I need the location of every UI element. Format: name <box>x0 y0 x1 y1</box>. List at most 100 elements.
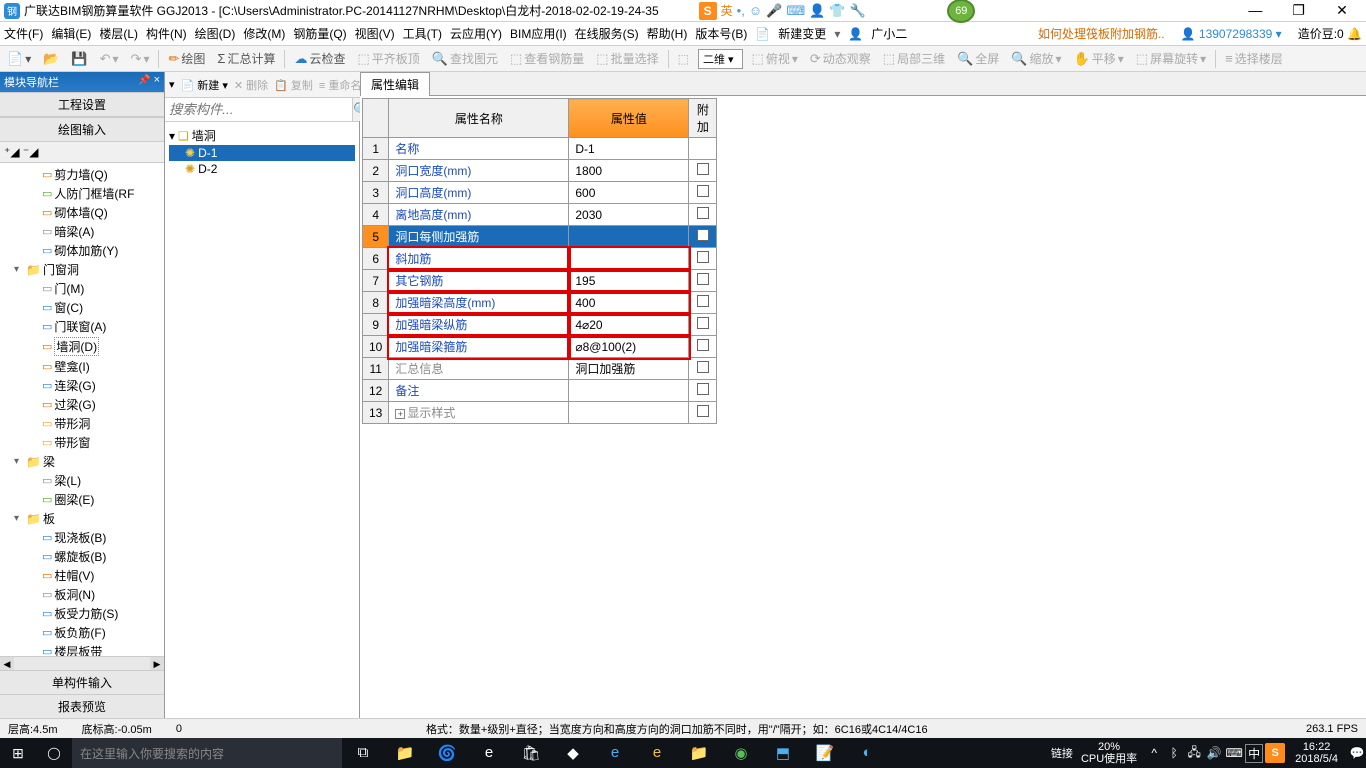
dimension-dropdown[interactable]: 二维 ▾ <box>698 49 743 69</box>
start-button[interactable]: ⊞ <box>0 745 36 762</box>
bell-icon[interactable]: 🔔 <box>1347 27 1362 41</box>
property-row[interactable]: 8加强暗梁高度(mm)400 <box>363 292 717 314</box>
sidebar-item[interactable]: ▭带形洞 <box>0 414 164 433</box>
sidebar-item[interactable]: ▭连梁(G) <box>0 376 164 395</box>
menu-modify[interactable]: 修改(M) <box>243 25 285 42</box>
tip-link[interactable]: 如何处理筏板附加钢筋.. <box>1038 25 1165 42</box>
ime-mic-icon[interactable]: 🎤 <box>766 3 782 19</box>
tb-app6-icon[interactable]: ◐ <box>846 744 888 762</box>
sidebar-item[interactable]: ▭板洞(N) <box>0 585 164 604</box>
sidebar-item[interactable]: ▭墙洞(D) <box>0 336 164 357</box>
sidebar-close-icon[interactable]: × <box>154 74 160 86</box>
ime-smile-icon[interactable]: ☺ <box>749 3 762 18</box>
cloud-check-button[interactable]: ☁云检查 <box>291 50 348 67</box>
menu-tool[interactable]: 工具(T) <box>403 25 442 42</box>
sum-calc-button[interactable]: Σ汇总计算 <box>214 50 278 67</box>
tb-explorer-icon[interactable]: 📁 <box>384 744 426 762</box>
sidebar-expand-bar[interactable]: ⁺◢ ⁻◢ <box>0 142 164 163</box>
tb-notifications-icon[interactable]: 💬 <box>1348 746 1366 760</box>
minimize-button[interactable]: — <box>1235 2 1275 18</box>
sidebar-scroll-h[interactable]: ◀▶ <box>0 656 164 670</box>
tb-net-icon[interactable]: 🖧 <box>1185 743 1203 764</box>
component-item[interactable]: ✺D-1 <box>169 145 355 161</box>
tb-app5-icon[interactable]: 📝 <box>804 744 846 762</box>
phone-number[interactable]: 13907298339 <box>1199 27 1272 41</box>
expand-icon[interactable]: ⁺◢ <box>4 145 20 159</box>
tb-ie-icon[interactable]: e <box>636 744 678 762</box>
tb-bt-icon[interactable]: ᛒ <box>1165 746 1183 760</box>
dropdown-icon[interactable]: ▾ <box>169 78 175 91</box>
sidebar-section-draw-input[interactable]: 绘图输入 <box>0 117 164 142</box>
sidebar-item[interactable]: ▭圈梁(E) <box>0 490 164 509</box>
sidebar-section-single[interactable]: 单构件输入 <box>0 670 164 694</box>
ime-wrench-icon[interactable]: 🔧 <box>849 3 865 19</box>
tb-clock[interactable]: 16:222018/5/4 <box>1287 741 1346 765</box>
tb-sogou-icon[interactable]: S <box>1265 743 1285 763</box>
sidebar-section-report[interactable]: 报表预览 <box>0 694 164 718</box>
draw-button[interactable]: ✏绘图 <box>165 50 208 67</box>
pin-icon[interactable]: 📌 <box>138 75 150 86</box>
new-doc-button[interactable]: 📄▾ <box>4 51 34 67</box>
sidebar-item[interactable]: ▭柱帽(V) <box>0 566 164 585</box>
menu-file[interactable]: 文件(F) <box>4 25 43 42</box>
tb-app4-icon[interactable]: ⬒ <box>762 744 804 762</box>
save-button[interactable]: 💾 <box>68 51 90 67</box>
sogou-icon[interactable]: S <box>699 2 717 20</box>
tb-edge-icon[interactable]: e <box>468 744 510 762</box>
redo-button[interactable]: ↷▾ <box>128 51 153 67</box>
perspective-button[interactable]: ⬚俯视▾ <box>749 50 801 67</box>
ime-dot-icon[interactable]: •, <box>737 3 745 18</box>
level-top-button[interactable]: ⬚平齐板顶 <box>354 50 422 67</box>
tb-folder2-icon[interactable]: 📁 <box>678 744 720 762</box>
tb-app1-icon[interactable]: 🌀 <box>426 744 468 762</box>
sidebar-item[interactable]: ▭现浇板(B) <box>0 528 164 547</box>
ime-keyboard-icon[interactable]: ⌨ <box>786 3 805 19</box>
menu-view[interactable]: 视图(V) <box>355 25 395 42</box>
zoom-button[interactable]: 🔍缩放▾ <box>1008 50 1064 67</box>
undo-button[interactable]: ↶▾ <box>97 51 122 67</box>
close-button[interactable]: ✕ <box>1322 2 1362 19</box>
sidebar-item[interactable]: ▭剪力墙(Q) <box>0 165 164 184</box>
ime-lang[interactable]: 英 <box>721 2 733 19</box>
tb-edge2-icon[interactable]: e <box>594 744 636 762</box>
tb-up-icon[interactable]: ^ <box>1145 746 1163 760</box>
badge-69[interactable]: 69 <box>947 0 975 23</box>
taskbar-search[interactable]: 在这里输入你要搜索的内容 <box>72 738 342 768</box>
tb-cpu[interactable]: 20%CPU使用率 <box>1075 741 1143 765</box>
sidebar-item[interactable]: ▭人防门框墙(RF <box>0 184 164 203</box>
rename-button[interactable]: ≡ 重命名 <box>319 77 361 93</box>
property-row[interactable]: 12备注 <box>363 380 717 402</box>
menu-online[interactable]: 在线服务(S) <box>575 25 639 42</box>
sidebar-item[interactable]: ▭壁龛(I) <box>0 357 164 376</box>
sidebar-item[interactable]: ▭砌体墙(Q) <box>0 203 164 222</box>
fullscreen-button[interactable]: 🔍全屏 <box>954 50 1002 67</box>
batch-select-button[interactable]: ⬚批量选择 <box>593 50 661 67</box>
new-change-button[interactable]: 新建变更 <box>778 25 826 42</box>
sidebar-item[interactable]: ▭梁(L) <box>0 471 164 490</box>
select-floor-button[interactable]: ≡选择楼层 <box>1222 50 1286 67</box>
property-row[interactable]: 2洞口宽度(mm)1800 <box>363 160 717 182</box>
sidebar-item[interactable]: ▭楼层板带 <box>0 642 164 656</box>
menu-edit[interactable]: 编辑(E) <box>51 25 91 42</box>
screen-rotate-button[interactable]: ⬚屏幕旋转▾ <box>1133 50 1209 67</box>
sidebar-item[interactable]: ▾📁门窗洞 <box>0 260 164 279</box>
property-row[interactable]: 3洞口高度(mm)600 <box>363 182 717 204</box>
property-row[interactable]: 5洞口每侧加强筋 <box>363 226 717 248</box>
sidebar-item[interactable]: ▭暗梁(A) <box>0 222 164 241</box>
menu-version[interactable]: 版本号(B) <box>695 25 747 42</box>
tb-store-icon[interactable]: 🛍 <box>510 744 552 762</box>
delete-component-button[interactable]: ✕ 删除 <box>234 77 268 93</box>
new-component-button[interactable]: 📄 新建 ▾ <box>181 77 228 93</box>
sidebar-section-settings[interactable]: 工程设置 <box>0 92 164 117</box>
property-row[interactable]: 7其它钢筋195 <box>363 270 717 292</box>
sidebar-item[interactable]: ▭带形窗 <box>0 433 164 452</box>
property-row[interactable]: 10加强暗梁箍筋⌀8@100(2) <box>363 336 717 358</box>
view-rebar-button[interactable]: ⬚查看钢筋量 <box>507 50 587 67</box>
pan-button[interactable]: ✋平移▾ <box>1071 50 1127 67</box>
sidebar-item[interactable]: ▭门(M) <box>0 279 164 298</box>
tb-app3-icon[interactable]: ◉ <box>720 744 762 762</box>
sidebar-item[interactable]: ▭板负筋(F) <box>0 623 164 642</box>
maximize-button[interactable]: ❐ <box>1279 2 1319 19</box>
tb-taskview-icon[interactable]: ⧉ <box>342 744 384 762</box>
sidebar-item[interactable]: ▭过梁(G) <box>0 395 164 414</box>
